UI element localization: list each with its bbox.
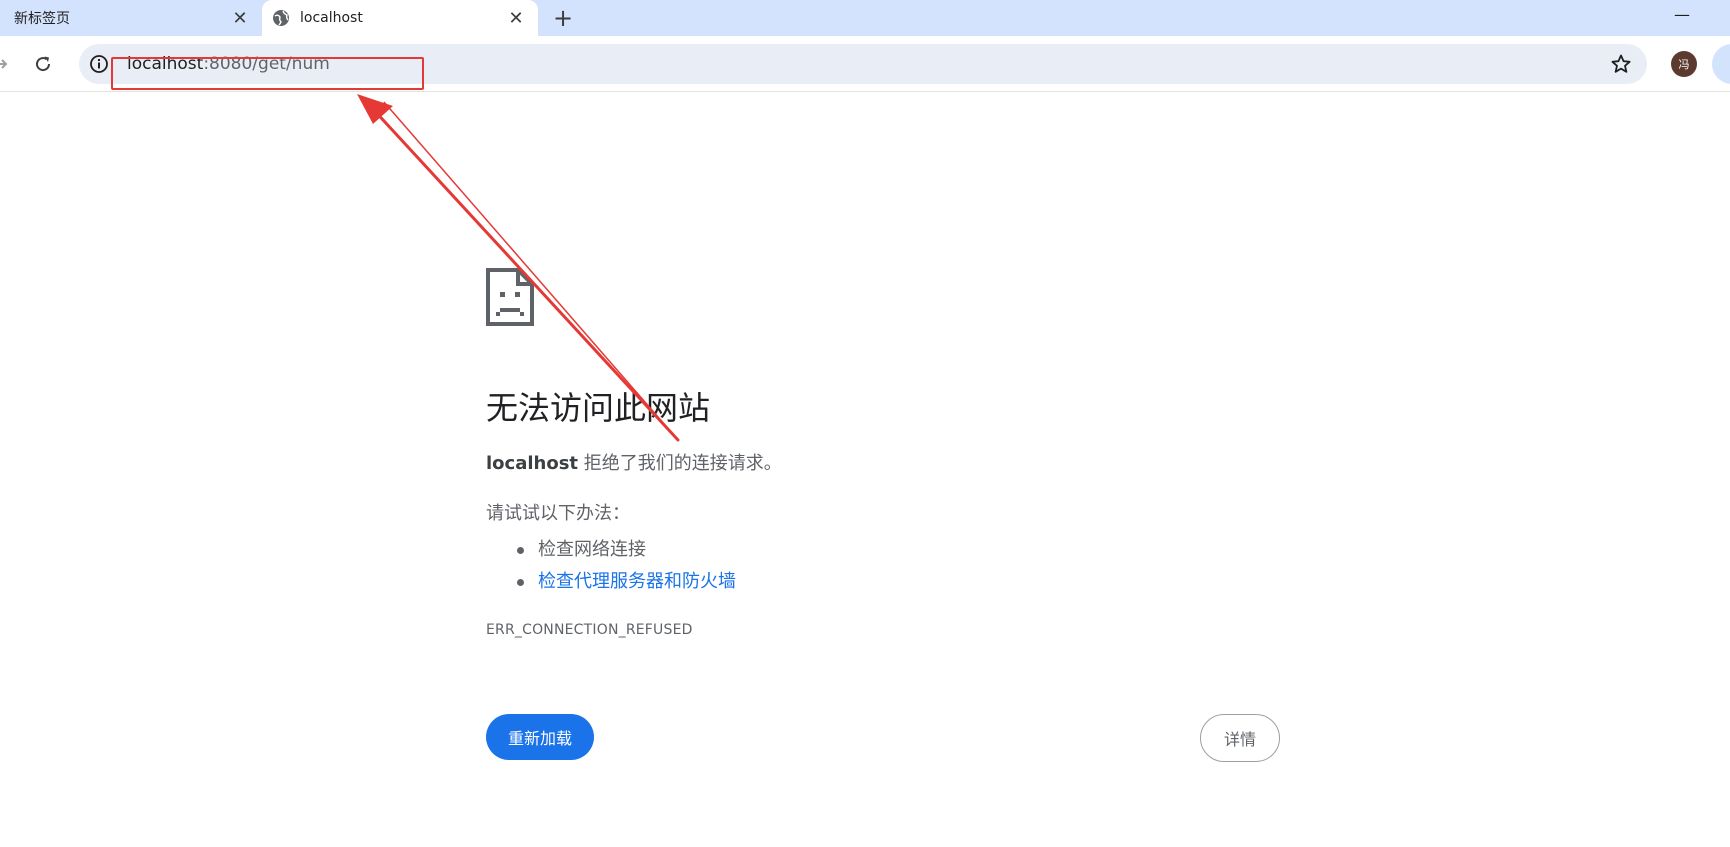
new-tab-button[interactable]: + — [548, 3, 578, 33]
error-headline: 无法访问此网站 — [486, 389, 711, 427]
star-icon[interactable] — [1609, 52, 1633, 76]
tab-title: 新标签页 — [14, 11, 70, 27]
globe-icon — [272, 9, 290, 27]
reload-icon[interactable] — [28, 49, 58, 79]
tab-new-tab-page[interactable]: 新标签页 ✕ — [0, 0, 262, 36]
tab-title: localhost — [300, 10, 363, 26]
annotation-arrow — [357, 94, 680, 442]
avatar[interactable]: 冯 — [1671, 51, 1697, 77]
details-button[interactable]: 详情 — [1200, 714, 1280, 762]
error-description: localhost 拒绝了我们的连接请求。 — [486, 452, 782, 476]
side-panel-button[interactable] — [1712, 44, 1730, 84]
suggestion-list: 检查网络连接 检查代理服务器和防火墙 — [486, 534, 736, 598]
url-host: localhost — [127, 54, 204, 74]
suggestion-check-proxy: 检查代理服务器和防火墙 — [486, 566, 736, 598]
sad-page-icon — [486, 268, 534, 326]
error-message: 拒绝了我们的连接请求。 — [578, 453, 782, 474]
error-host: localhost — [486, 453, 579, 474]
reload-button[interactable]: 重新加载 — [486, 714, 595, 760]
toolbar: localhost:8080/get/num 冯 — [0, 36, 1730, 92]
close-icon[interactable]: ✕ — [226, 4, 254, 32]
minimize-button[interactable]: — — [1662, 0, 1702, 28]
tab-strip: 新标签页 ✕ localhost ✕ + — — [0, 0, 1730, 36]
tab-localhost[interactable]: localhost ✕ — [262, 0, 538, 36]
url-path: :8080/get/num — [203, 54, 330, 74]
close-icon[interactable]: ✕ — [502, 4, 530, 32]
address-bar[interactable]: localhost:8080/get/num — [79, 44, 1647, 84]
forward-icon[interactable] — [0, 50, 12, 78]
try-label: 请试试以下办法： — [486, 503, 630, 524]
info-icon[interactable] — [89, 54, 109, 74]
error-code: ERR_CONNECTION_REFUSED — [486, 622, 693, 638]
check-proxy-link[interactable]: 检查代理服务器和防火墙 — [538, 571, 736, 592]
url-text[interactable]: localhost:8080/get/num — [127, 53, 330, 75]
suggestion-check-network: 检查网络连接 — [486, 534, 736, 566]
